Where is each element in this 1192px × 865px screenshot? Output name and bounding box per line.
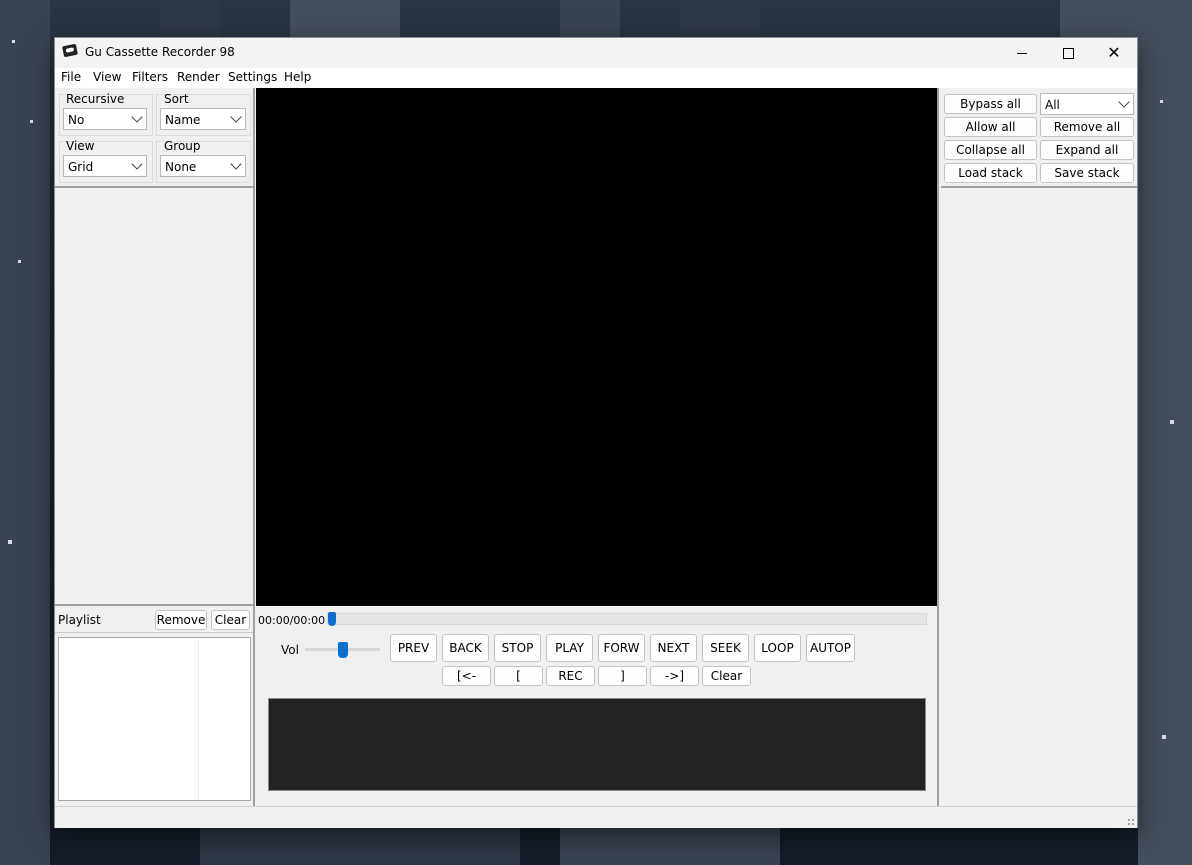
volume-slider[interactable]	[305, 642, 380, 658]
view-value: Grid	[68, 160, 94, 174]
view-label: View	[66, 139, 95, 153]
menu-help[interactable]: Help	[284, 70, 311, 84]
cassette-icon	[62, 43, 78, 58]
next-button[interactable]: NEXT	[650, 634, 697, 662]
chevron-down-icon	[230, 158, 242, 170]
status-bar	[55, 806, 1137, 828]
record-button[interactable]: REC	[546, 666, 595, 686]
view-select[interactable]: Grid	[63, 155, 147, 177]
filter-scope-value: All	[1045, 98, 1060, 112]
recursive-select[interactable]: No	[63, 108, 147, 130]
stop-button[interactable]: STOP	[494, 634, 541, 662]
volume-thumb[interactable]	[338, 642, 348, 658]
play-button[interactable]: PLAY	[546, 634, 593, 662]
bypass-all-button[interactable]: Bypass all	[944, 94, 1037, 114]
pane-splitter-left[interactable]	[253, 88, 255, 806]
playlist-remove-button[interactable]: Remove	[155, 610, 207, 630]
divider	[55, 604, 253, 606]
menu-filters[interactable]: Filters	[132, 70, 168, 84]
maximize-icon	[1062, 47, 1074, 59]
playlist-label: Playlist	[58, 613, 101, 627]
marker-start-button[interactable]: [<-	[442, 666, 491, 686]
prev-button[interactable]: PREV	[390, 634, 437, 662]
marker-in-button[interactable]: [	[494, 666, 543, 686]
playlist-list[interactable]	[58, 637, 251, 801]
window-title: Gu Cassette Recorder 98	[85, 45, 235, 59]
menu-bar: File View Filters Render Settings Help	[55, 68, 1137, 88]
loop-button[interactable]: LOOP	[754, 634, 801, 662]
time-display: 00:00/00:00	[258, 614, 326, 627]
seek-button[interactable]: SEEK	[702, 634, 749, 662]
collapse-all-button[interactable]: Collapse all	[944, 140, 1037, 160]
chevron-down-icon	[230, 111, 242, 123]
minimize-icon	[1017, 52, 1027, 54]
chevron-down-icon	[131, 158, 143, 170]
playlist-column-divider	[198, 638, 199, 800]
allow-all-button[interactable]: Allow all	[944, 117, 1037, 137]
resize-grip-icon[interactable]	[1127, 818, 1135, 826]
forward-button[interactable]: FORW	[598, 634, 645, 662]
back-button[interactable]: BACK	[442, 634, 489, 662]
expand-all-button[interactable]: Expand all	[1040, 140, 1134, 160]
playlist-clear-button[interactable]: Clear	[211, 610, 250, 630]
remove-all-button[interactable]: Remove all	[1040, 117, 1134, 137]
marker-end-button[interactable]: ->]	[650, 666, 699, 686]
video-display[interactable]	[256, 88, 939, 606]
chevron-down-icon	[1118, 96, 1130, 108]
marker-out-button[interactable]: ]	[598, 666, 647, 686]
browser-pane: Recursive No Sort Name View Grid Group N…	[55, 88, 253, 806]
file-browser-area[interactable]	[55, 188, 253, 604]
sort-label: Sort	[164, 92, 189, 106]
app-window: Gu Cassette Recorder 98 ✕ File View Filt…	[54, 37, 1138, 828]
pane-splitter-right[interactable]	[937, 88, 939, 806]
log-console[interactable]	[268, 698, 926, 791]
group-value: None	[165, 160, 197, 174]
minimize-button[interactable]	[999, 38, 1045, 68]
divider	[55, 632, 253, 633]
maximize-button[interactable]	[1045, 38, 1091, 68]
filter-stack-pane: Bypass all All Allow all Remove all Coll…	[941, 88, 1137, 806]
title-bar[interactable]: Gu Cassette Recorder 98 ✕	[55, 38, 1137, 68]
group-label: Group	[164, 139, 201, 153]
load-stack-button[interactable]: Load stack	[944, 163, 1037, 183]
menu-file[interactable]: File	[61, 70, 81, 84]
close-icon: ✕	[1107, 43, 1121, 62]
volume-label: Vol	[281, 643, 299, 657]
markers-clear-button[interactable]: Clear	[702, 666, 751, 686]
sort-select[interactable]: Name	[160, 108, 246, 130]
filter-scope-select[interactable]: All	[1040, 93, 1134, 115]
menu-settings[interactable]: Settings	[228, 70, 277, 84]
sort-value: Name	[165, 113, 201, 127]
menu-render[interactable]: Render	[177, 70, 220, 84]
menu-view[interactable]: View	[93, 70, 121, 84]
save-stack-button[interactable]: Save stack	[1040, 163, 1134, 183]
autoplay-button[interactable]: AUTOP	[806, 634, 855, 662]
recursive-label: Recursive	[66, 92, 125, 106]
group-select[interactable]: None	[160, 155, 246, 177]
close-button[interactable]: ✕	[1091, 38, 1137, 68]
seek-bar[interactable]	[327, 612, 927, 626]
filter-list-area[interactable]	[941, 188, 1137, 806]
recursive-value: No	[68, 113, 85, 127]
seek-thumb[interactable]	[328, 612, 336, 626]
chevron-down-icon	[131, 111, 143, 123]
